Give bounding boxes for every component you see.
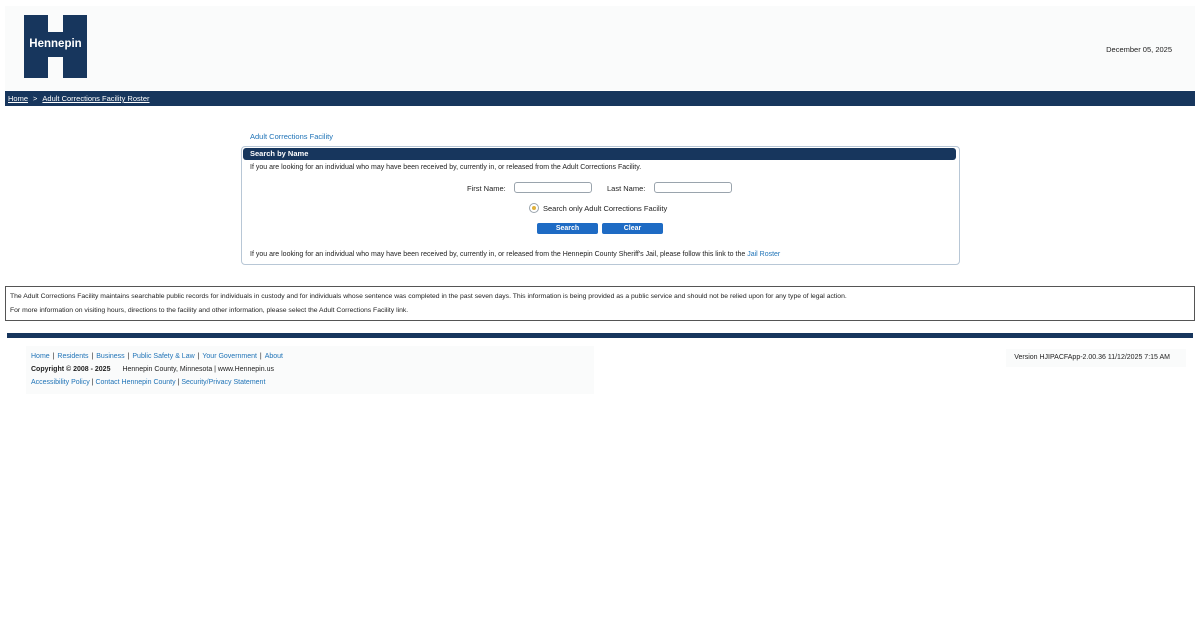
radio-selected-dot [532,206,536,210]
search-panel: Search by Name If you are looking for an… [241,146,960,265]
footer-link-business[interactable]: Business [96,353,124,360]
breadcrumb: Home > Adult Corrections Facility Roster [5,91,1195,106]
clear-button[interactable]: Clear [602,223,663,234]
footer-link-contact[interactable]: Contact Hennepin County [95,379,175,386]
logo-notch-bottom [48,57,63,78]
search-only-acf-label[interactable]: Search only Adult Corrections Facility [543,204,667,213]
county-text: Hennepin County, Minnesota | www.Hennepi… [122,366,274,373]
info-line-2: For more information on visiting hours, … [10,307,409,314]
footer-link-residents[interactable]: Residents [57,353,88,360]
search-intro-text: If you are looking for an individual who… [250,164,642,171]
footer-copyright: Copyright © 2008 - 2025 Hennepin County, … [31,366,274,373]
first-name-input[interactable] [514,182,592,193]
footer-version-area: Version HJIPACFApp-2.00.36 11/12/2025 7:… [1006,349,1186,367]
logo-text: Hennepin [24,37,87,51]
search-button[interactable]: Search [537,223,598,234]
jail-roster-link[interactable]: Jail Roster [747,251,780,258]
jail-roster-text: If you are looking for an individual who… [250,251,780,258]
breadcrumb-separator: > [33,94,38,103]
footer-nav: Home | Residents | Business | Public Saf… [31,353,283,360]
jail-roster-sentence: If you are looking for an individual who… [250,251,746,258]
last-name-label: Last Name: [607,184,646,193]
breadcrumb-home-link[interactable]: Home [8,94,28,103]
info-box: The Adult Corrections Facility maintains… [5,286,1195,321]
last-name-input[interactable] [654,182,732,193]
section-title-link[interactable]: Adult Corrections Facility [250,132,333,141]
breadcrumb-current-link[interactable]: Adult Corrections Facility Roster [42,94,149,103]
footer-divider-bar [7,333,1193,338]
version-text: Version HJIPACFApp-2.00.36 11/12/2025 7:… [1014,354,1170,361]
search-panel-title: Search by Name [250,149,309,158]
footer-link-public-safety[interactable]: Public Safety & Law [132,353,194,360]
footer-links-area: Home | Residents | Business | Public Saf… [26,346,594,394]
copyright-text: Copyright © 2008 - 2025 [31,366,111,373]
header-date: December 05, 2025 [1106,45,1172,54]
footer-link-your-government[interactable]: Your Government [202,353,257,360]
search-panel-header: Search by Name [243,148,956,160]
footer-link-privacy[interactable]: Security/Privacy Statement [181,379,265,386]
logo-notch-top [48,15,63,32]
info-line-1: The Adult Corrections Facility maintains… [10,293,847,300]
search-only-acf-radio[interactable] [529,203,539,213]
first-name-label: First Name: [467,184,506,193]
footer-link-accessibility[interactable]: Accessibility Policy [31,379,90,386]
hennepin-logo[interactable]: Hennepin [24,15,87,78]
footer-policy-links: Accessibility Policy | Contact Hennepin … [31,379,266,386]
footer-link-home[interactable]: Home [31,353,50,360]
page-header: Hennepin December 05, 2025 [5,6,1195,90]
footer-link-about[interactable]: About [265,353,283,360]
